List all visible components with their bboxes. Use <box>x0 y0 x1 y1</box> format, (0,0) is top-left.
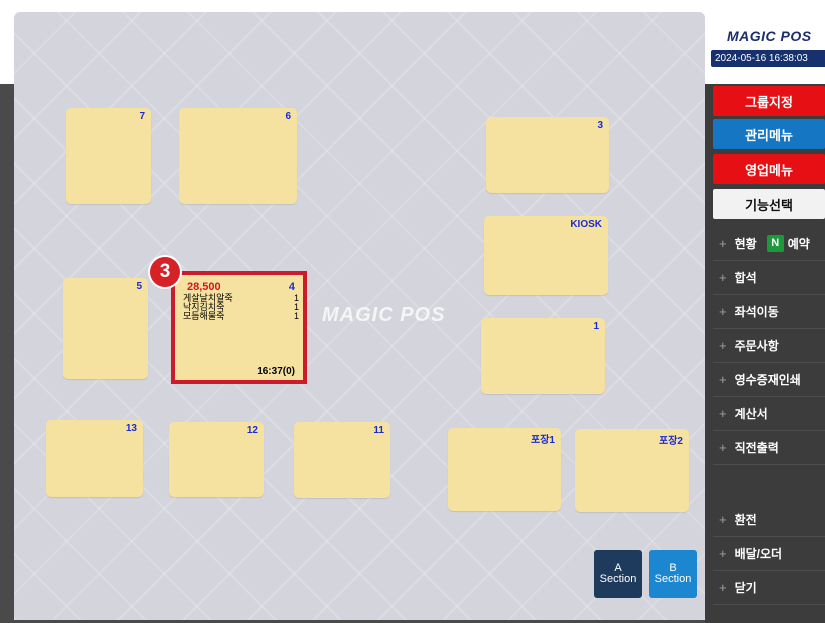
menu-reprint-receipt[interactable]: + 영수증재인쇄 <box>713 362 825 397</box>
menu-label: 직전출력 <box>734 440 779 455</box>
menu-label: 영수증재인쇄 <box>734 372 801 387</box>
item-name: 모듬해물죽 <box>183 311 225 321</box>
menu-label: 배달/오더 <box>734 546 783 561</box>
function-select-button[interactable]: 기능선택 <box>713 189 825 219</box>
menu-exchange[interactable]: + 환전 <box>713 502 825 537</box>
menu-delivery[interactable]: + 배달/오더 <box>713 536 825 571</box>
menu-label: 현황 <box>734 236 757 251</box>
table-number: 3 <box>597 120 603 131</box>
table-3[interactable]: 3 <box>486 117 609 193</box>
table-number: 11 <box>373 425 384 436</box>
table-13[interactable]: 13 <box>46 420 143 497</box>
menu-bill[interactable]: + 계산서 <box>713 396 825 431</box>
plus-icon: + <box>719 269 727 285</box>
menu-direct-print[interactable]: + 직전출력 <box>713 430 825 465</box>
plus-icon: + <box>719 579 727 595</box>
order-item: 모듬해물죽 1 <box>183 312 299 321</box>
table-7[interactable]: 7 <box>66 108 151 204</box>
item-qty: 1 <box>293 311 299 321</box>
control-panel: MAGIC POS 2024-05-16 16:38:03 그룹지정 관리메뉴 … <box>705 12 825 623</box>
admin-menu-button[interactable]: 관리메뉴 <box>713 119 825 149</box>
table-pack2[interactable]: 포장2 <box>575 429 689 512</box>
datetime-display: 2024-05-16 16:38:03 <box>711 50 825 67</box>
table-number: 7 <box>139 111 145 122</box>
menu-label: 닫기 <box>734 580 757 595</box>
menu-order-note[interactable]: + 주문사항 <box>713 328 825 363</box>
plus-icon: + <box>719 371 727 387</box>
table-kiosk[interactable]: KIOSK <box>484 216 608 295</box>
table-number: 4 <box>288 281 295 293</box>
table-1[interactable]: 1 <box>481 318 605 394</box>
section-a-button[interactable]: A Section <box>594 550 642 598</box>
table-11[interactable]: 11 <box>294 422 390 498</box>
plus-icon: + <box>719 303 727 319</box>
table-pack1[interactable]: 포장1 <box>448 428 561 511</box>
section-b-label: Section <box>654 573 692 585</box>
table-12[interactable]: 12 <box>169 422 264 497</box>
menu-label: 예약 <box>787 236 810 251</box>
sales-menu-button[interactable]: 영업메뉴 <box>713 154 825 184</box>
plus-icon: + <box>719 337 727 353</box>
naver-icon[interactable]: N <box>766 234 784 252</box>
menu-status[interactable]: + 현황 N 예약 <box>713 226 825 261</box>
table-4-active[interactable]: 28,500 4 게살날치알죽 1 낙지김치죽 1 모듬해물죽 1 16:37(… <box>171 271 307 384</box>
plus-icon: + <box>719 235 727 251</box>
backdrop-edge <box>0 0 14 84</box>
plus-icon: + <box>719 511 727 527</box>
menu-label: 합석 <box>734 270 757 285</box>
menu-close[interactable]: + 닫기 <box>713 570 825 605</box>
menu-label: 주문사항 <box>734 338 779 353</box>
plus-icon: + <box>719 405 727 421</box>
menu-merge[interactable]: + 합석 <box>713 260 825 295</box>
order-time: 16:37(0) <box>257 366 295 377</box>
menu-label: 계산서 <box>734 406 768 421</box>
table-number: 13 <box>125 423 137 434</box>
brand-logo: MAGIC POS <box>727 28 812 44</box>
table-number: 12 <box>246 425 258 436</box>
step-badge: 3 <box>150 257 180 287</box>
menu-label: 좌석이동 <box>734 304 779 319</box>
menu-move-seat[interactable]: + 좌석이동 <box>713 294 825 329</box>
plus-icon: + <box>719 439 727 455</box>
table-number: 1 <box>593 321 599 332</box>
plus-icon: + <box>719 545 727 561</box>
table-number: 6 <box>285 111 291 122</box>
table-number: 5 <box>136 281 142 292</box>
watermark: MAGIC POS <box>322 304 446 326</box>
table-number: 포장2 <box>659 436 683 447</box>
table-6[interactable]: 6 <box>179 108 297 204</box>
menu-label: 환전 <box>734 512 757 527</box>
order-total: 28,500 <box>187 281 221 293</box>
section-a-label: Section <box>599 573 637 585</box>
section-b-button[interactable]: B Section <box>649 550 697 598</box>
table-number: 포장1 <box>531 435 555 446</box>
order-items: 게살날치알죽 1 낙지김치죽 1 모듬해물죽 1 <box>183 294 299 321</box>
table-number: KIOSK <box>570 219 602 230</box>
table-5[interactable]: 5 <box>63 278 148 379</box>
panel-header: MAGIC POS 2024-05-16 16:38:03 <box>705 12 825 84</box>
group-assign-button[interactable]: 그룹지정 <box>713 86 825 116</box>
